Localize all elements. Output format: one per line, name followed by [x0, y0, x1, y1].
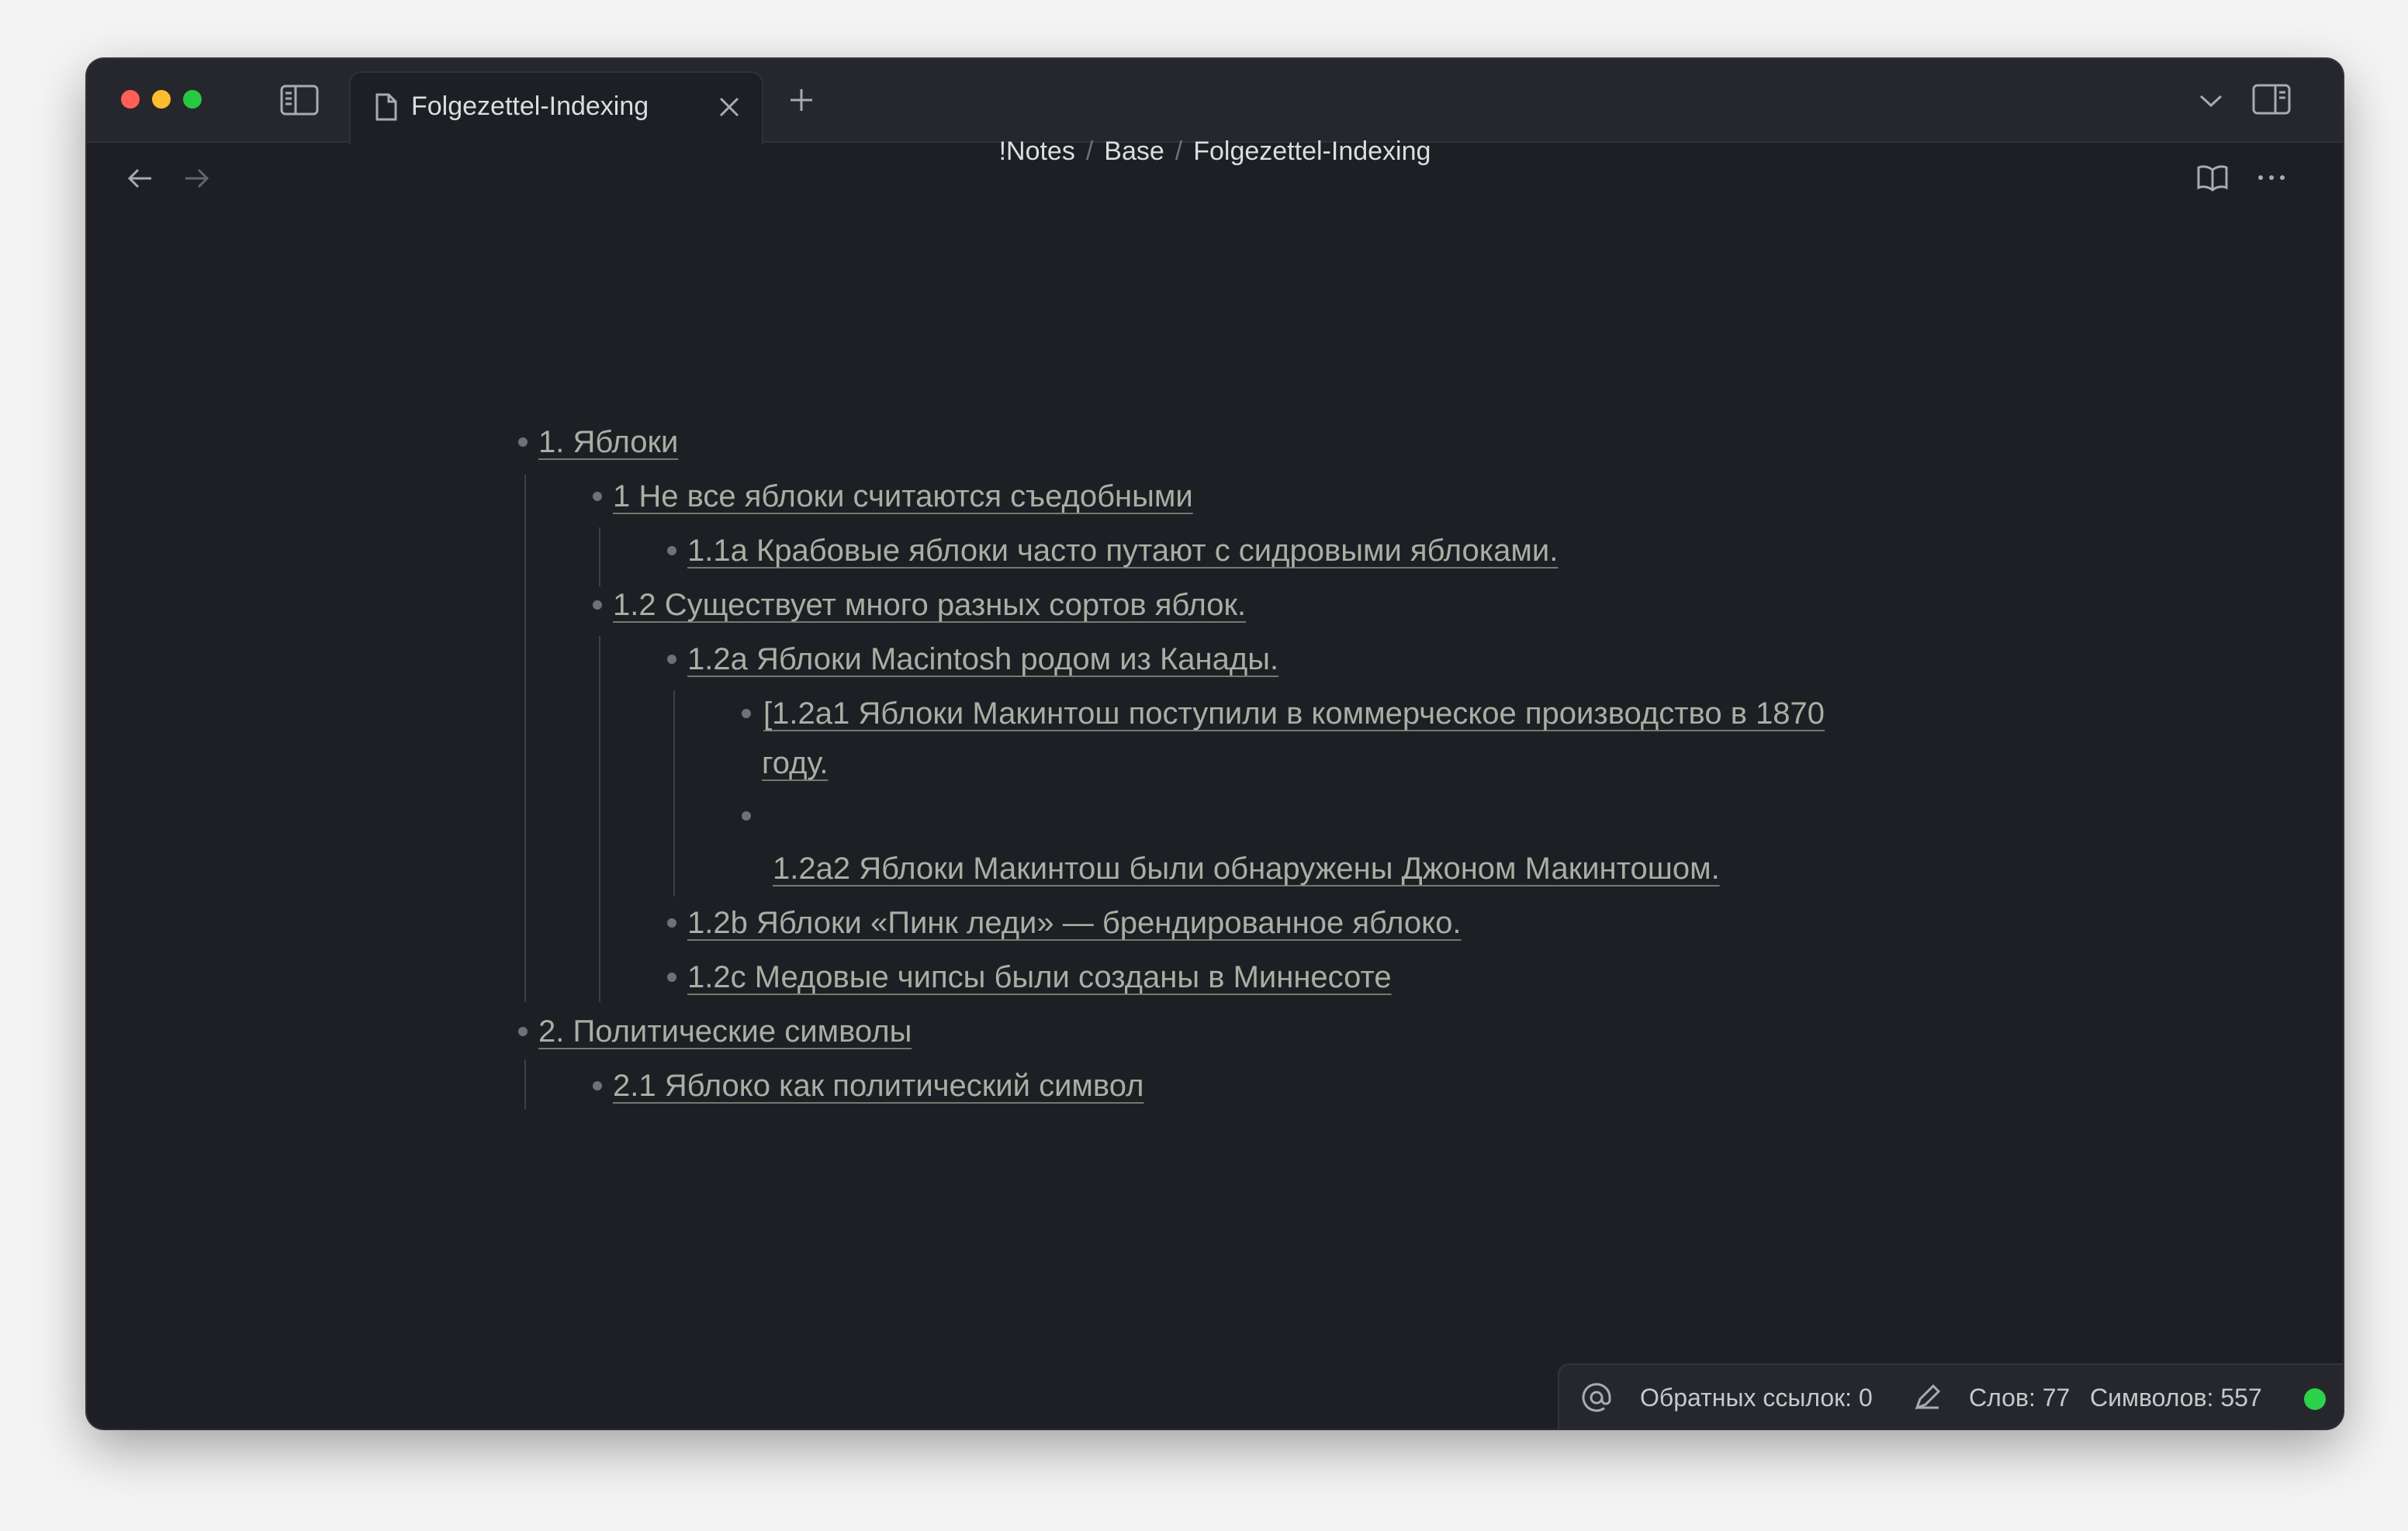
list-item[interactable]: 1.2b Яблоки «Пинк леди» — брендированное…	[687, 898, 1461, 948]
misspelled-word[interactable]: Макинтошом	[1525, 852, 1711, 886]
list-bullet[interactable]	[742, 709, 751, 718]
list-item-link[interactable]: 2. Политические символы	[538, 1014, 912, 1049]
list-item-link[interactable]: .	[1711, 852, 1720, 886]
backlinks-count[interactable]: Обратных ссылок: 0	[1640, 1384, 1873, 1412]
list-item-link[interactable]: 1.2 Существует много разных сортов яблок…	[613, 588, 1246, 622]
list-item[interactable]: 2. Политические символы	[538, 1007, 912, 1056]
list-item[interactable]: 1.1a Крабовые яблоки часто путают с сидр…	[687, 526, 1558, 575]
list-item-link[interactable]: 2.1 Яблоко как политический символ	[613, 1069, 1143, 1103]
list-item-link[interactable]: году.	[762, 746, 829, 780]
list-bullet[interactable]	[742, 811, 751, 821]
sync-status-indicator[interactable]	[2304, 1388, 2326, 1410]
note-content: 1. Яблоки 1 Не все яблоки считаются съед…	[87, 59, 2343, 1429]
list-bullet[interactable]	[667, 546, 676, 555]
list-bullet[interactable]	[593, 492, 602, 501]
indent-guide	[524, 1059, 526, 1109]
word-count: Слов: 77	[1969, 1384, 2071, 1412]
list-item-link[interactable]: [1.2a1 Яблоки Макинтош поступили в комме…	[763, 696, 1825, 731]
list-item-link[interactable]: 1.2a Яблоки Macintosh родом из Канады.	[687, 642, 1278, 676]
list-item[interactable]: 1. Яблоки	[538, 417, 678, 467]
list-bullet[interactable]	[593, 600, 602, 610]
list-item-link[interactable]: 1.1a Крабовые яблоки часто путают с сидр…	[687, 534, 1558, 568]
list-bullet[interactable]	[593, 1081, 602, 1090]
list-item-link[interactable]: 1.2b Яблоки «Пинк леди» — брендированное…	[687, 906, 1461, 940]
status-bar: Обратных ссылок: 0 Слов: 77 Символов: 55…	[1558, 1363, 2343, 1429]
list-item-link[interactable]: 1.2c Медовые чипсы были созданы в Миннес…	[687, 960, 1392, 994]
list-item[interactable]: 1.2a Яблоки Macintosh родом из Канады.	[687, 634, 1278, 684]
indent-guide	[673, 690, 675, 897]
pencil-icon[interactable]	[1910, 1381, 1944, 1415]
list-item[interactable]: 1 Не все яблоки считаются съедобными	[613, 472, 1193, 521]
app-window: Folgezettel-Indexing !Notes / Base / Folgeze…	[87, 59, 2343, 1429]
list-bullet[interactable]	[518, 1027, 528, 1036]
list-item[interactable]: 1.2a2 Яблоки Макинтош были обнаружены Дж…	[773, 844, 1720, 893]
list-item[interactable]: 1.2 Существует много разных сортов яблок…	[613, 580, 1246, 630]
indent-guide	[599, 636, 600, 1002]
indent-guide	[599, 527, 600, 586]
char-count: Символов: 557	[2090, 1384, 2262, 1412]
indent-guide	[524, 475, 526, 1002]
list-item-link[interactable]: 1.2a2 Яблоки Макинтош были обнаружены Дж…	[773, 852, 1525, 886]
list-bullet[interactable]	[667, 973, 676, 982]
list-item[interactable]: 2.1 Яблоко как политический символ	[613, 1061, 1143, 1111]
list-item-link[interactable]: 1. Яблоки	[538, 425, 678, 459]
at-sign-icon[interactable]	[1579, 1381, 1614, 1415]
list-bullet[interactable]	[667, 918, 676, 928]
list-item[interactable]: [1.2a1 Яблоки Макинтош поступили в комме…	[763, 689, 1825, 738]
list-item-link[interactable]: 1 Не все яблоки считаются съедобными	[613, 479, 1193, 513]
list-bullet[interactable]	[518, 437, 528, 447]
list-item[interactable]: 1.2c Медовые чипсы были созданы в Миннес…	[687, 952, 1392, 1002]
list-bullet[interactable]	[667, 655, 676, 664]
list-item-continuation[interactable]: году.	[762, 738, 829, 788]
